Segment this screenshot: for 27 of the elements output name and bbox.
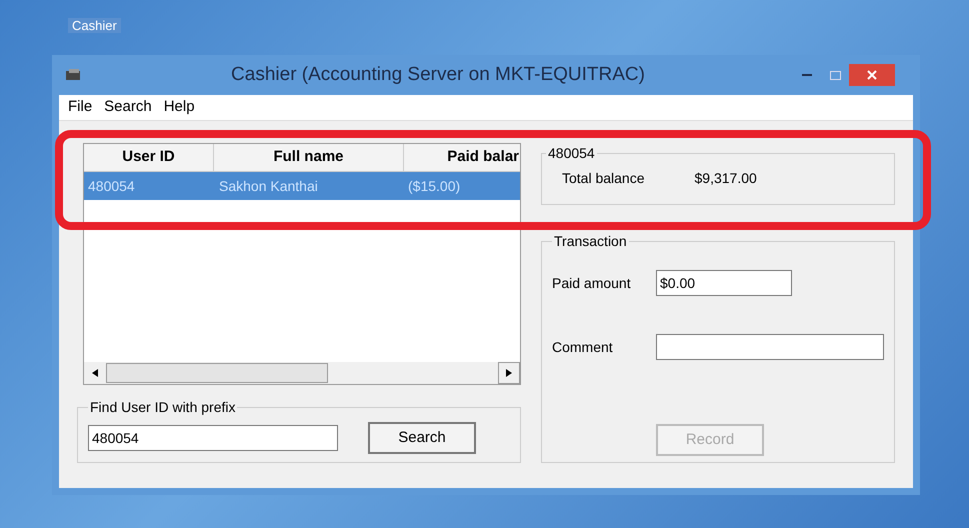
menu-item[interactable]: File: [64, 96, 96, 119]
app-icon: [65, 68, 83, 82]
table-cell-text: 480054: [87, 176, 136, 196]
field-label: Paid amount: [552, 274, 632, 292]
field-label: Comment: [552, 338, 614, 356]
field-label: Total balance: [562, 169, 645, 188]
group-label: 480054: [547, 144, 596, 163]
column-header[interactable]: Paid balar: [404, 144, 520, 171]
group-label: Find User ID with prefix: [89, 398, 236, 417]
search-button[interactable]: Search: [368, 422, 476, 454]
horizontal-scrollbar[interactable]: [84, 362, 520, 384]
table-cell-text: ($15.00): [407, 176, 462, 196]
scroll-right-icon[interactable]: [498, 362, 520, 384]
paid-amount-field[interactable]: $0.00: [656, 270, 792, 296]
balance-value: $9,317.00: [694, 169, 757, 188]
scroll-thumb[interactable]: [106, 363, 328, 383]
close-button[interactable]: [849, 64, 895, 86]
comment-field[interactable]: [656, 334, 884, 360]
menu-item[interactable]: Search: [100, 96, 156, 119]
close-icon: [867, 70, 877, 80]
menu-item[interactable]: Help: [160, 96, 199, 119]
column-header[interactable]: Full name: [214, 144, 404, 171]
column-header[interactable]: User ID: [84, 144, 214, 171]
table-cell-text: Sakhon Kanthai: [218, 176, 319, 196]
user-id-field[interactable]: 480054: [88, 425, 338, 451]
window-title: Cashier (Accounting Server on MKT-EQUITRAC): [230, 62, 646, 87]
group-label: Transaction: [553, 232, 628, 251]
